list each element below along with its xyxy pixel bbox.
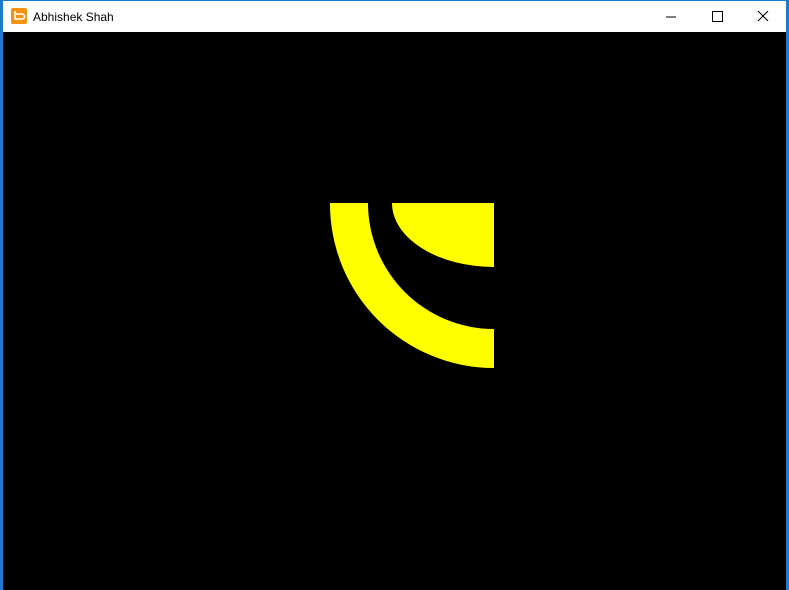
close-icon bbox=[757, 10, 769, 22]
inner-arc-fill bbox=[392, 203, 494, 267]
minimize-icon bbox=[666, 16, 676, 18]
minimize-button[interactable] bbox=[648, 1, 694, 32]
title-bar[interactable]: Abhishek Shah bbox=[3, 1, 786, 32]
maximize-icon bbox=[712, 11, 723, 22]
close-button[interactable] bbox=[740, 1, 786, 32]
maximize-button[interactable] bbox=[694, 1, 740, 32]
drawing-canvas bbox=[3, 32, 786, 590]
window-title: Abhishek Shah bbox=[33, 10, 114, 24]
app-icon[interactable] bbox=[11, 8, 27, 24]
app-window: Abhishek Shah bbox=[0, 0, 789, 590]
